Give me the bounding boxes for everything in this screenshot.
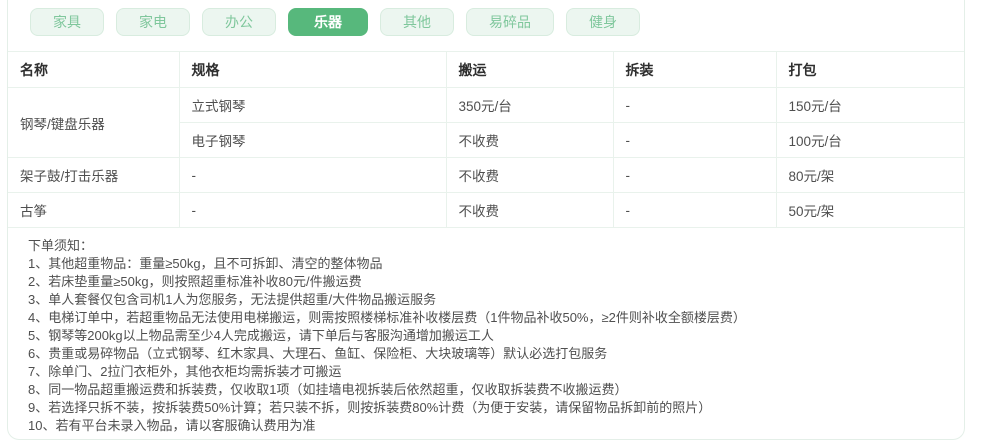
tab-instrument[interactable]: 乐器 [288, 8, 368, 36]
notes-list: 1、其他超重物品：重量≥50kg，且不可拆卸、清空的整体物品 2、若床垫重量≥50… [28, 255, 944, 435]
table-cell: - [178, 157, 447, 193]
table-body: 钢琴/键盘乐器 立式钢琴 350元/台 -150元/台 电子钢琴 不收费 -100元/台 架子… [8, 87, 964, 228]
note-item: 9、若选择只拆不装，按拆装费50%计算；若只装不拆，则按拆装费80%计费（为便于… [28, 400, 712, 415]
table-cell: 古筝 [8, 192, 180, 228]
table-row: 钢琴/键盘乐器 立式钢琴 350元/台 -150元/台 [8, 87, 964, 158]
pricing-card: 家具 家电 办公 乐器 其他 易碎品 健身 名称 规格 搬运 拆装 打包 钢琴/键盘乐器 立式钢琴 35… [7, 0, 965, 440]
table-cell: 钢琴/键盘乐器 [8, 87, 180, 158]
table-cell: 100元/台 [775, 122, 964, 158]
table-cell: - [178, 192, 447, 228]
note-item: 3、单人套餐仅包含司机1人为您服务，无法提供超重/大件物品搬运服务 [28, 292, 437, 307]
table-header-row: 名称 规格 搬运 拆装 打包 [8, 51, 964, 88]
table-cell: 立式钢琴 [178, 87, 447, 123]
tab-fitness[interactable]: 健身 [566, 8, 640, 36]
tab-appliance[interactable]: 家电 [116, 8, 190, 36]
notes-section: 下单须知： 1、其他超重物品：重量≥50kg，且不可拆卸、清空的整体物品 2、若床… [8, 228, 964, 435]
column-header: 打包 [775, 51, 964, 88]
column-header: 搬运 [445, 51, 614, 88]
table-cell: - [612, 122, 777, 158]
tab-office[interactable]: 办公 [202, 8, 276, 36]
tab-fragile[interactable]: 易碎品 [466, 8, 554, 36]
table-cell: - [612, 87, 777, 123]
table-cell: 150元/台 [775, 87, 964, 123]
notes-title: 下单须知： [28, 238, 94, 253]
table-cell: 350元/台 [445, 87, 614, 123]
note-item: 8、同一物品超重搬运费和拆装费，仅收取1项（如挂墙电视拆装后依然超重，仅收取拆装… [28, 382, 628, 397]
table-cell: 架子鼓/打击乐器 [8, 157, 180, 193]
table-row: 古筝 - 不收费 -50元/架 [8, 192, 964, 228]
note-item: 2、若床垫重量≥50kg，则按照超重标准补收80元/件搬运费 [28, 274, 362, 289]
column-header: 拆装 [612, 51, 777, 88]
category-tabs: 家具 家电 办公 乐器 其他 易碎品 健身 [8, 0, 964, 36]
note-item: 1、其他超重物品：重量≥50kg，且不可拆卸、清空的整体物品 [28, 256, 383, 271]
tab-furniture[interactable]: 家具 [30, 8, 104, 36]
table-cell: 不收费 [445, 122, 614, 158]
table-cell: 不收费 [445, 157, 614, 193]
note-item: 5、钢琴等200kg以上物品需至少4人完成搬运，请下单后与客服沟通增加搬运工人 [28, 328, 494, 343]
table-cell: - [612, 157, 777, 193]
note-item: 10、若有平台未录入物品，请以客服确认费用为准 [28, 418, 316, 433]
pricing-table: 名称 规格 搬运 拆装 打包 钢琴/键盘乐器 立式钢琴 350元/台 -150元/台 电子钢琴不… [8, 51, 964, 228]
table-cell: - [612, 192, 777, 228]
table-cell: 电子钢琴 [178, 122, 447, 158]
table-cell: 不收费 [445, 192, 614, 228]
column-header: 规格 [178, 51, 447, 88]
note-item: 6、贵重或易碎物品（立式钢琴、红木家具、大理石、鱼缸、保险柜、大块玻璃等）默认必… [28, 346, 608, 361]
column-header: 名称 [8, 51, 180, 88]
table-row: 架子鼓/打击乐器 - 不收费 -80元/架 [8, 157, 964, 193]
note-item: 4、电梯订单中，若超重物品无法使用电梯搬运，则需按照楼梯标准补收楼层费（1件物品… [28, 310, 746, 325]
table-cell: 50元/架 [775, 192, 964, 228]
tab-other[interactable]: 其他 [380, 8, 454, 36]
note-item: 7、除单门、2拉门衣柜外，其他衣柜均需拆装才可搬运 [28, 364, 342, 379]
table-cell: 80元/架 [775, 157, 964, 193]
